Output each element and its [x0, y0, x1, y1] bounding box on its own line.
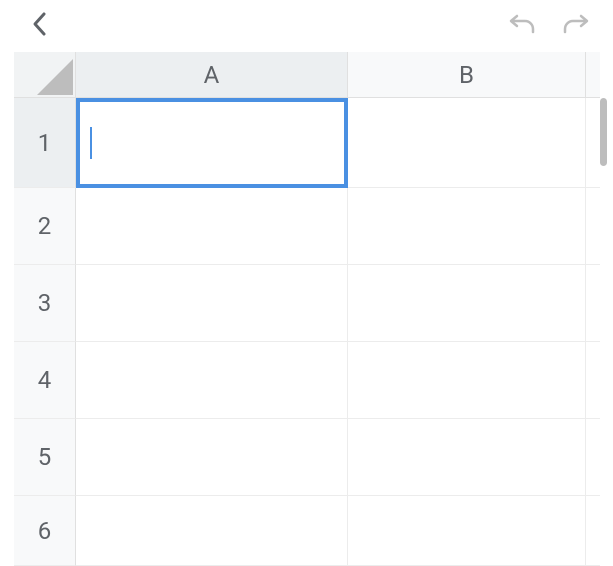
- column-header-a[interactable]: A: [76, 52, 348, 98]
- cell-c5[interactable]: [586, 419, 600, 496]
- row-header-4[interactable]: 4: [14, 342, 76, 419]
- row-header-3[interactable]: 3: [14, 265, 76, 342]
- undo-button[interactable]: [507, 12, 537, 36]
- row-4: 4: [14, 342, 600, 419]
- cell-c6[interactable]: [586, 496, 600, 566]
- cell-b1[interactable]: [348, 98, 586, 188]
- active-cell-a1[interactable]: [76, 98, 348, 188]
- cell-c1[interactable]: [586, 98, 600, 188]
- row-header-1[interactable]: 1: [14, 98, 76, 188]
- row-2: 2: [14, 188, 600, 265]
- toolbar: [0, 0, 613, 48]
- cell-b3[interactable]: [348, 265, 586, 342]
- cell-a5[interactable]: [76, 419, 348, 496]
- back-button[interactable]: [30, 10, 48, 38]
- cell-c4[interactable]: [586, 342, 600, 419]
- select-all-corner[interactable]: [14, 52, 76, 98]
- chevron-left-icon: [30, 10, 48, 38]
- column-header-b[interactable]: B: [348, 52, 586, 98]
- cell-b5[interactable]: [348, 419, 586, 496]
- corner-triangle-icon: [37, 59, 73, 95]
- column-header-c[interactable]: [586, 52, 600, 98]
- row-header-5[interactable]: 5: [14, 419, 76, 496]
- cell-a3[interactable]: [76, 265, 348, 342]
- cell-a6[interactable]: [76, 496, 348, 566]
- row-3: 3: [14, 265, 600, 342]
- redo-button[interactable]: [561, 12, 591, 36]
- toolbar-left: [30, 10, 48, 38]
- cell-b4[interactable]: [348, 342, 586, 419]
- text-cursor-icon: [90, 127, 92, 159]
- column-headers: A B: [14, 52, 600, 98]
- cell-a2[interactable]: [76, 188, 348, 265]
- redo-icon: [561, 12, 591, 36]
- cell-b6[interactable]: [348, 496, 586, 566]
- cell-a4[interactable]: [76, 342, 348, 419]
- row-header-6[interactable]: 6: [14, 496, 76, 566]
- row-header-2[interactable]: 2: [14, 188, 76, 265]
- toolbar-right: [507, 12, 591, 36]
- grid-body: 1 2 3 4 5 6: [14, 98, 600, 566]
- vertical-scrollbar[interactable]: [600, 98, 607, 166]
- cell-c3[interactable]: [586, 265, 600, 342]
- row-6: 6: [14, 496, 600, 566]
- row-5: 5: [14, 419, 600, 496]
- cell-c2[interactable]: [586, 188, 600, 265]
- cell-b2[interactable]: [348, 188, 586, 265]
- undo-icon: [507, 12, 537, 36]
- spreadsheet: A B 1 2 3 4 5: [14, 52, 600, 566]
